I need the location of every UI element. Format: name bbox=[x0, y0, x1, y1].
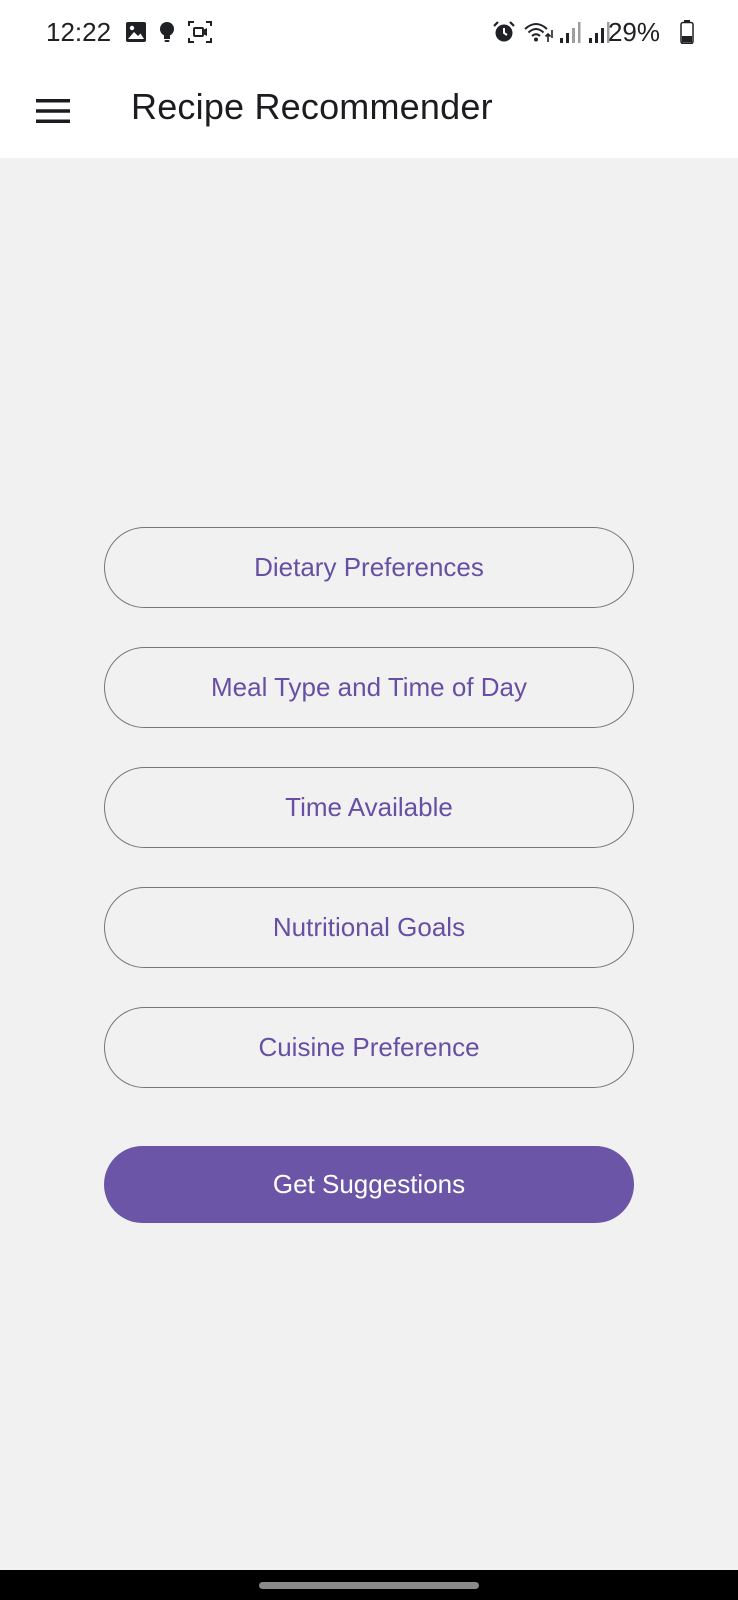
page-title: Recipe Recommender bbox=[131, 86, 493, 127]
gallery-icon bbox=[126, 22, 146, 42]
battery-icon bbox=[680, 20, 694, 44]
status-bar: 12:22 29% bbox=[0, 0, 738, 64]
alarm-icon bbox=[493, 21, 515, 42]
bulb-icon bbox=[160, 22, 174, 42]
navigation-bar bbox=[0, 1570, 738, 1600]
get-suggestions-button[interactable]: Get Suggestions bbox=[104, 1146, 634, 1223]
menu-button[interactable] bbox=[22, 80, 84, 142]
top-app-bar: Recipe Recommender bbox=[0, 64, 738, 158]
wifi-icon bbox=[524, 23, 553, 42]
signal-icon bbox=[589, 22, 610, 43]
home-gesture-handle[interactable] bbox=[259, 1582, 479, 1589]
dietary-preferences-button[interactable]: Dietary Preferences bbox=[104, 527, 634, 608]
meal-type-button[interactable]: Meal Type and Time of Day bbox=[104, 647, 634, 728]
signal-icon bbox=[560, 22, 581, 43]
time-available-button[interactable]: Time Available bbox=[104, 767, 634, 848]
battery-percentage: 29% bbox=[607, 17, 660, 47]
nutritional-goals-button[interactable]: Nutritional Goals bbox=[104, 887, 634, 968]
app-screen: 12:22 29% Recipe Recommender Dietary Pre… bbox=[0, 0, 738, 1600]
preference-options: Dietary Preferences Meal Type and Time o… bbox=[104, 527, 634, 1127]
status-time: 12:22 bbox=[46, 17, 112, 47]
screen-record-icon bbox=[188, 21, 212, 43]
menu-icon bbox=[36, 99, 70, 123]
cuisine-preference-button[interactable]: Cuisine Preference bbox=[104, 1007, 634, 1088]
